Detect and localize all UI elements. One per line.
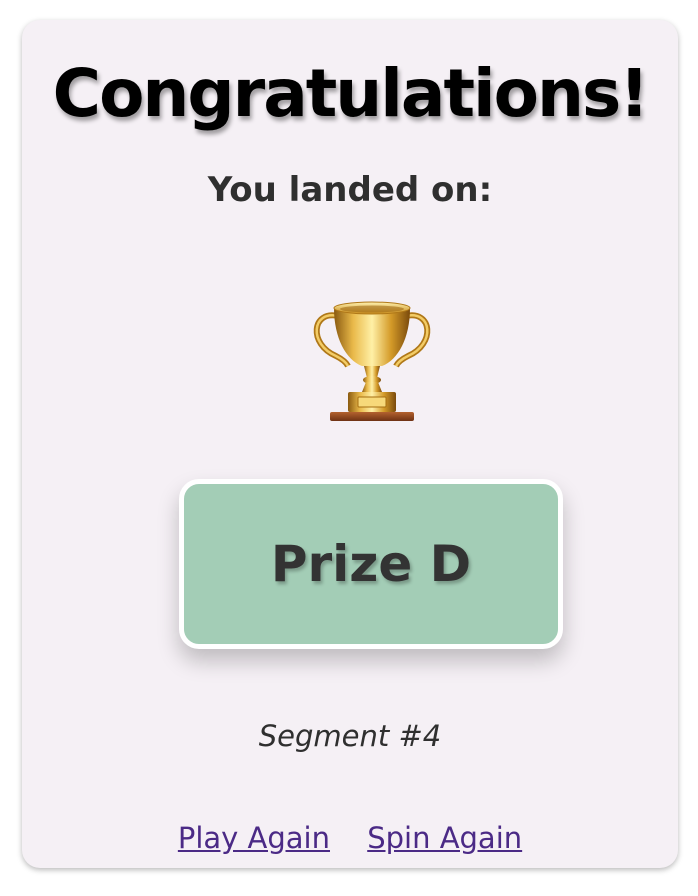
trophy-icon [306, 294, 438, 426]
prize-result-box: Prize D [179, 479, 563, 649]
congratulations-heading: Congratulations! [52, 55, 650, 132]
prize-name: Prize D [270, 535, 472, 593]
landed-on-label: You landed on: [207, 170, 493, 210]
play-again-link[interactable]: Play Again [178, 821, 330, 855]
result-card: Congratulations! You landed on: Prize D … [22, 20, 678, 868]
segment-number-label: Segment #4 [258, 719, 442, 753]
action-links: Play Again Spin Again [22, 818, 678, 858]
spin-again-link[interactable]: Spin Again [367, 821, 522, 855]
